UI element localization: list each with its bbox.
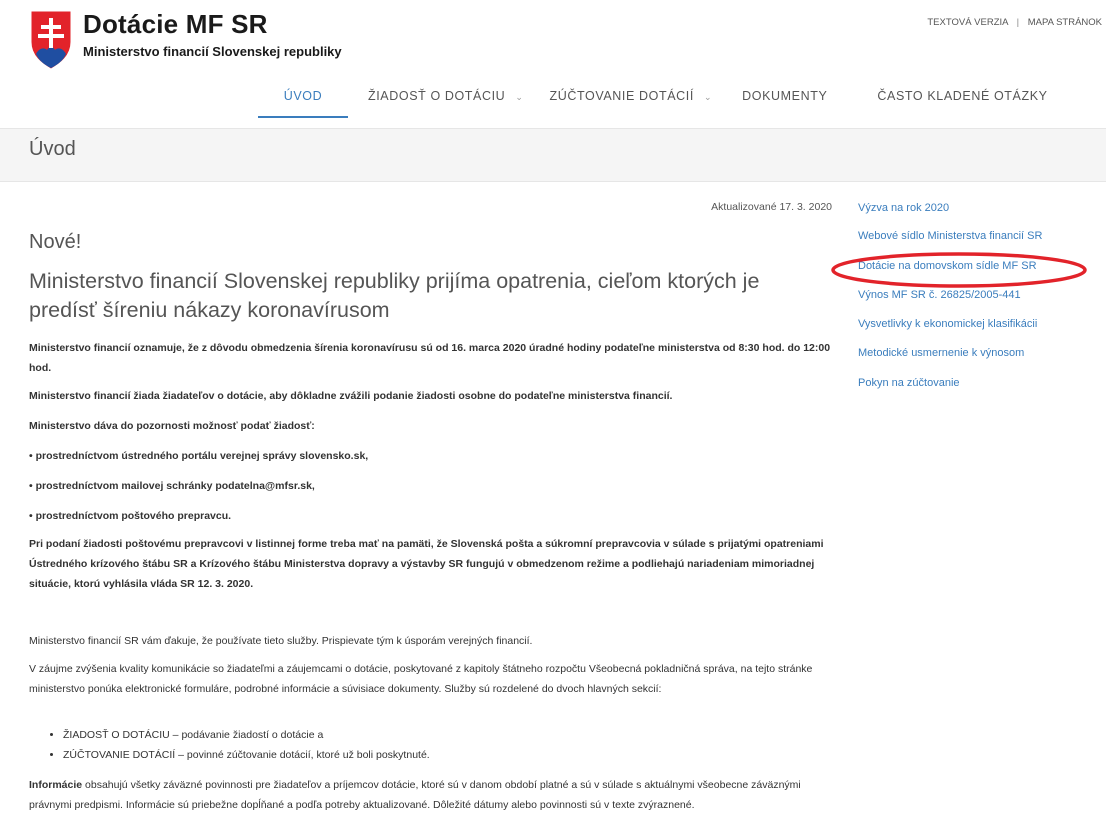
information-text: obsahujú všetky záväzné povinnosti pre ž… bbox=[29, 779, 801, 811]
list-item-strong[interactable]: ZÚČTOVANIE DOTÁCIÍ bbox=[63, 749, 175, 761]
main-navigation: ÚVOD ŽIADOSŤ O DOTÁCIU ⌄ ZÚČTOVANIE DOTÁ… bbox=[258, 82, 1048, 118]
list-item-strong[interactable]: ŽIADOSŤ O DOTÁCIU bbox=[63, 729, 170, 741]
information-strong: Informácie bbox=[29, 779, 83, 791]
list-item: ZÚČTOVANIE DOTÁCIÍ – povinné zúčtovanie … bbox=[63, 745, 430, 765]
chevron-down-icon: ⌄ bbox=[704, 92, 713, 102]
nav-item-zuctovanie[interactable]: ZÚČTOVANIE DOTÁCIÍ ⌄ bbox=[550, 82, 713, 116]
site-subtitle: Ministerstvo financií Slovenskej republi… bbox=[83, 44, 342, 59]
site-title[interactable]: Dotácie MF SR bbox=[83, 9, 268, 40]
updated-date: Aktualizované 17. 3. 2020 bbox=[711, 201, 832, 213]
nav-item-faq[interactable]: ČASTO KLADENÉ OTÁZKY bbox=[877, 82, 1047, 116]
nav-item-uvod[interactable]: ÚVOD bbox=[258, 82, 348, 118]
text-version-link[interactable]: TEXTOVÁ VERZIA bbox=[927, 17, 1008, 28]
site-header: Dotácie MF SR Ministerstvo financií Slov… bbox=[0, 0, 1106, 128]
paragraph-office-hours: Ministerstvo financií oznamuje, že z dôv… bbox=[29, 342, 831, 374]
list-item-text: – podávanie žiadostí o dotácie a bbox=[169, 729, 324, 741]
page-title: Úvod bbox=[29, 138, 76, 160]
bullet-postal: • prostredníctvom poštového prepravcu. bbox=[29, 510, 232, 522]
nav-item-label: ŽIADOSŤ O DOTÁCIU bbox=[368, 89, 506, 103]
news-headline: Ministerstvo financií Slovenskej republi… bbox=[29, 269, 760, 322]
sitemap-link[interactable]: MAPA STRÁNOK bbox=[1028, 17, 1102, 28]
paragraph-intro-services: V záujme zvýšenia kvality komunikácie so… bbox=[29, 663, 813, 695]
sidebar-link-vysvetlivky[interactable]: Vysvetlivky k ekonomickej klasifikácii bbox=[858, 318, 1037, 330]
slovak-coat-of-arms-icon[interactable] bbox=[30, 10, 72, 70]
sections-list: ŽIADOSŤ O DOTÁCIU – podávanie žiadostí o… bbox=[47, 725, 430, 765]
nav-item-label: ÚVOD bbox=[283, 89, 323, 103]
sidebar-link-pokyn[interactable]: Pokyn na zúčtovanie bbox=[858, 377, 960, 389]
nav-item-ziadost[interactable]: ŽIADOSŤ O DOTÁCIU ⌄ bbox=[368, 82, 524, 116]
nav-item-label: ČASTO KLADENÉ OTÁZKY bbox=[877, 89, 1048, 103]
news-heading: Nové! bbox=[29, 231, 82, 253]
paragraph-thanks: Ministerstvo financií SR vám ďakuje, že … bbox=[29, 635, 533, 647]
sidebar-link-mf-website[interactable]: Webové sídlo Ministerstva financií SR bbox=[858, 230, 1042, 242]
list-item: ŽIADOSŤ O DOTÁCIU – podávanie žiadostí o… bbox=[63, 725, 430, 745]
bullet-slovensko-sk: • prostredníctvom ústredného portálu ver… bbox=[29, 450, 369, 462]
red-highlight-ellipse bbox=[831, 252, 1087, 288]
top-utility-links: TEXTOVÁ VERZIA | MAPA STRÁNOK bbox=[927, 17, 1102, 28]
chevron-down-icon: ⌄ bbox=[515, 92, 524, 102]
top-links-separator: | bbox=[1016, 17, 1020, 28]
paragraph-postal-notice: Pri podaní žiadosti poštovému prepravcov… bbox=[29, 538, 824, 590]
nav-item-label: ZÚČTOVANIE DOTÁCIÍ bbox=[549, 89, 694, 103]
sidebar-link-vyzva[interactable]: Výzva na rok 2020 bbox=[858, 202, 949, 214]
bullet-email: • prostredníctvom mailovej schránky poda… bbox=[29, 480, 315, 492]
sidebar-link-metodicke[interactable]: Metodické usmernenie k výnosom bbox=[858, 347, 1024, 359]
nav-item-dokumenty[interactable]: DOKUMENTY bbox=[742, 82, 827, 116]
sidebar-link-vynos[interactable]: Výnos MF SR č. 26825/2005-441 bbox=[858, 289, 1021, 301]
paragraph-information: Informácie obsahujú všetky záväzné povin… bbox=[29, 775, 832, 815]
page-title-band bbox=[0, 128, 1106, 182]
nav-item-label: DOKUMENTY bbox=[742, 89, 828, 103]
paragraph-request: Ministerstvo financií žiada žiadateľov o… bbox=[29, 390, 673, 402]
paragraph-options-intro: Ministerstvo dáva do pozornosti možnosť … bbox=[29, 420, 315, 432]
list-item-text: – povinné zúčtovanie dotácií, ktoré už b… bbox=[175, 749, 430, 761]
